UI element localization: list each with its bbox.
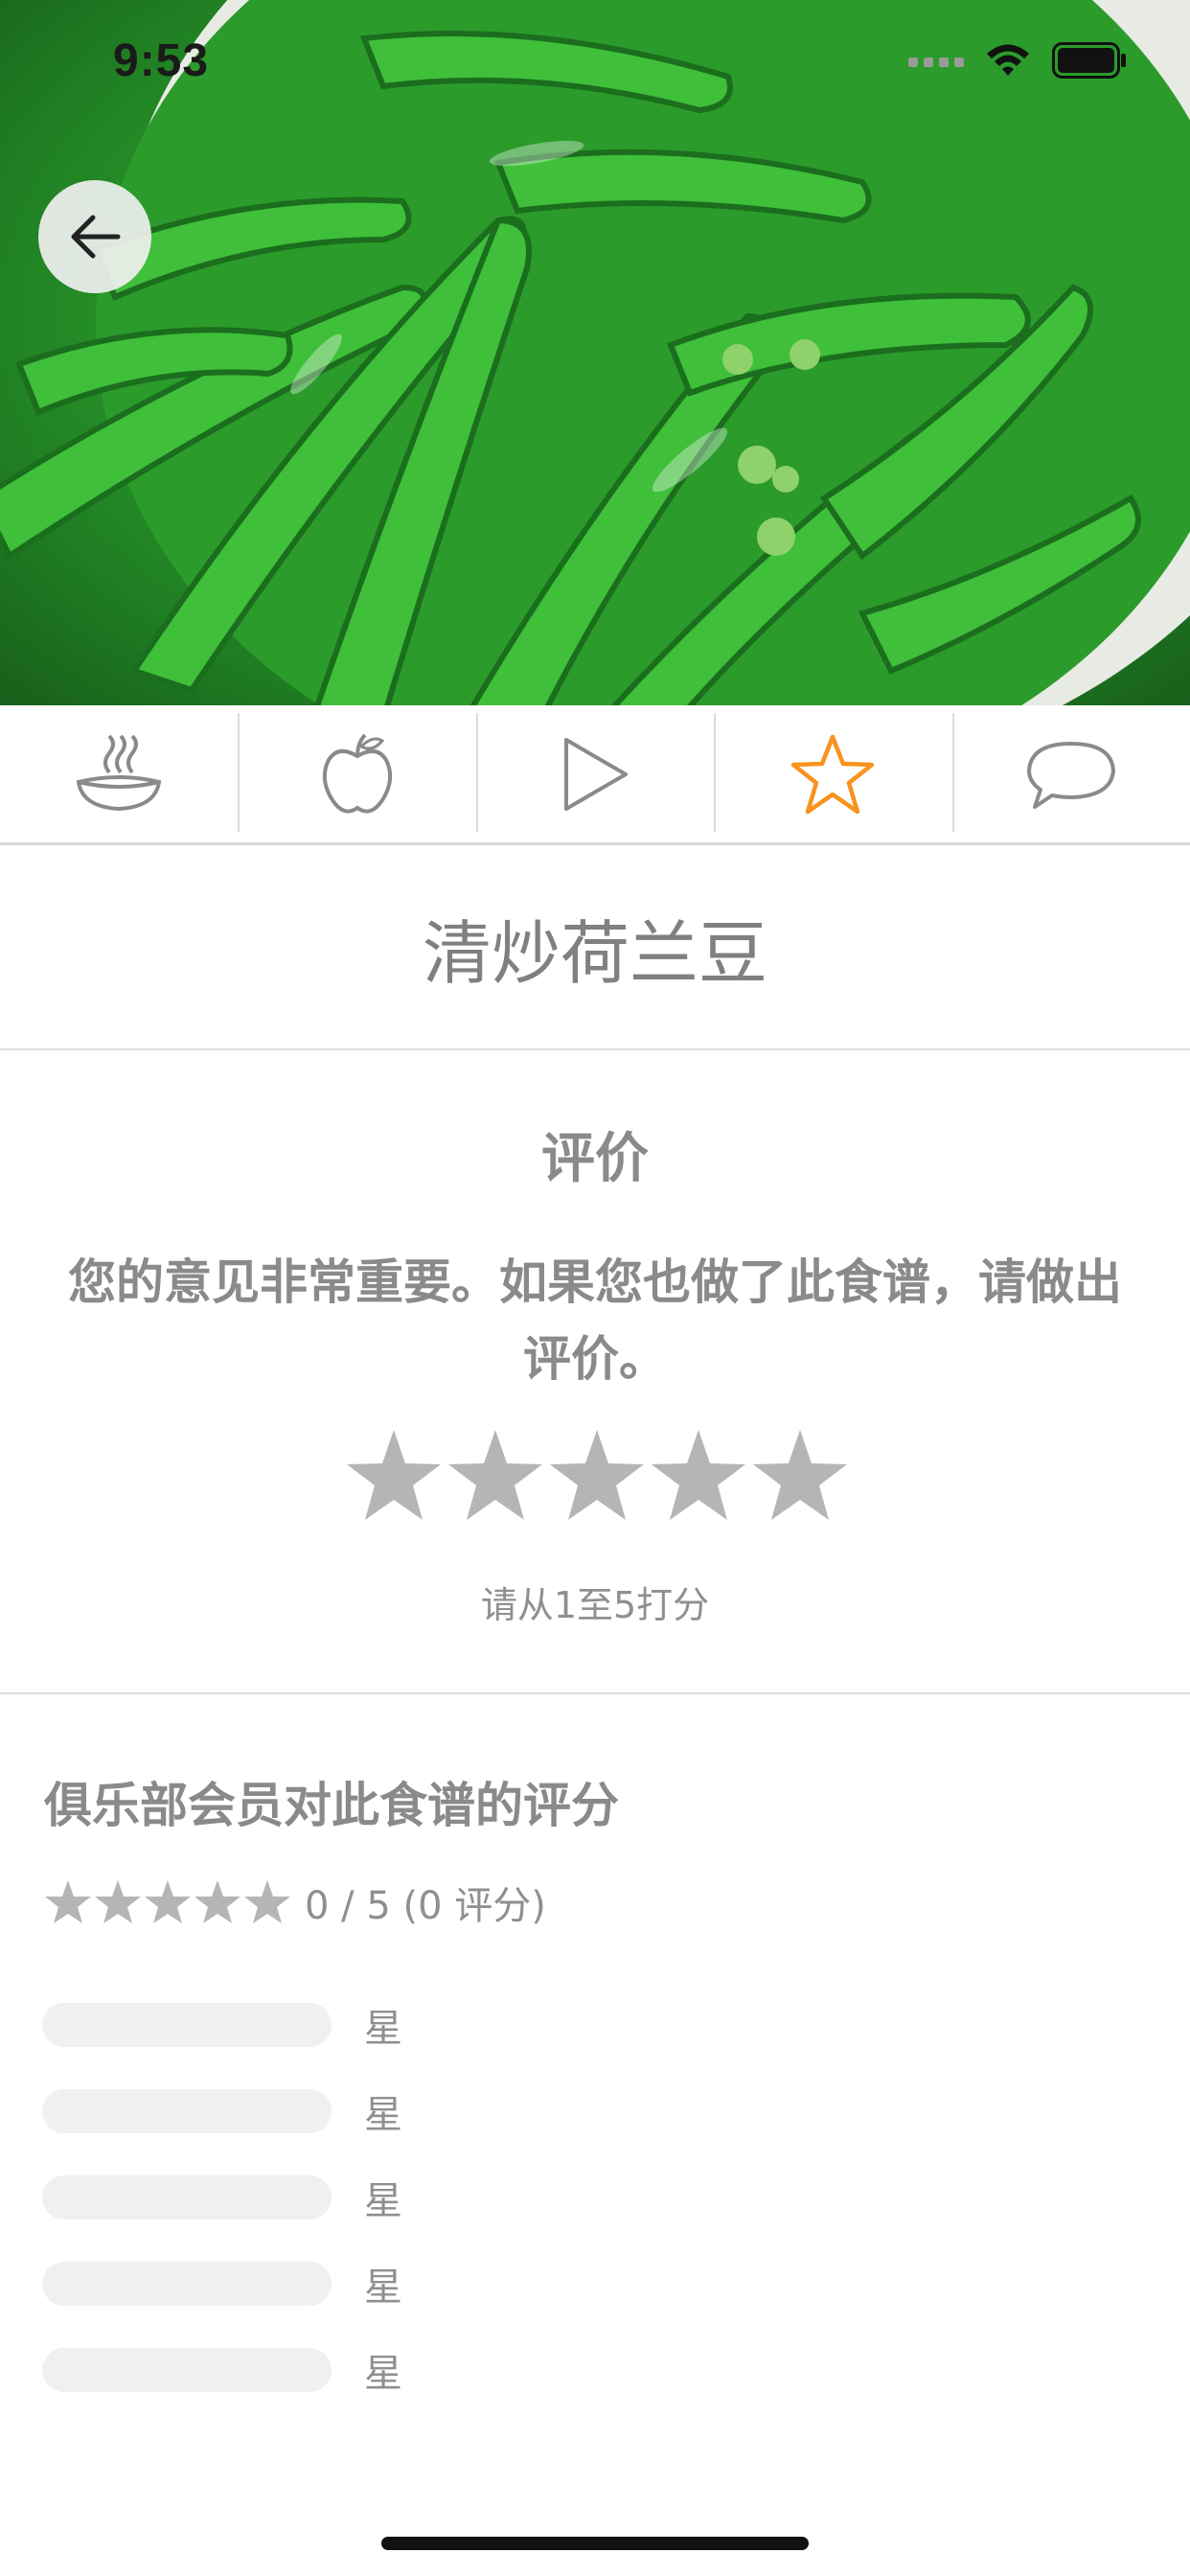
rate-star-3[interactable]	[548, 1428, 646, 1524]
wifi-icon	[987, 44, 1029, 76]
back-button[interactable]	[38, 180, 151, 293]
average-star-icon	[195, 1880, 240, 1923]
rate-star-2[interactable]	[446, 1428, 544, 1524]
rating-bar	[42, 2003, 332, 2047]
rating-bar-row: 星	[42, 2154, 402, 2241]
rating-bar-row: 星	[42, 2241, 402, 2327]
average-star-icon	[145, 1880, 191, 1923]
status-bar: 9:53	[0, 0, 1190, 126]
rating-bar	[42, 2175, 332, 2220]
rating-summary-text: 0 / 5 (0 评分)	[305, 1884, 546, 1928]
home-indicator	[381, 2537, 809, 2550]
rating-bar-row: 星	[42, 2068, 402, 2154]
tab-video[interactable]	[475, 705, 714, 842]
rating-bar-label: 星	[364, 2179, 402, 2223]
rating-bar-label: 星	[364, 2352, 402, 2396]
status-icons	[908, 42, 1127, 79]
rating-input	[345, 1428, 849, 1524]
comment-icon	[1026, 741, 1115, 809]
tab-ingredients[interactable]	[238, 705, 475, 842]
rating-bar-label: 星	[364, 2266, 402, 2310]
rating-bar-row: 星	[42, 1982, 402, 2068]
rating-bar-label: 星	[364, 2093, 402, 2137]
tab-comments[interactable]	[951, 705, 1190, 842]
rating-distribution: 星 星 星 星 星	[42, 1982, 402, 2413]
play-icon	[564, 737, 629, 811]
tab-dish[interactable]	[0, 705, 238, 842]
rating-bar-label: 星	[364, 2007, 402, 2051]
review-heading: 评价	[541, 1128, 649, 1190]
status-time: 9:53	[113, 35, 210, 86]
battery-icon	[1052, 42, 1126, 79]
dish-icon	[76, 734, 162, 811]
rating-hint: 请从1至5打分	[480, 1584, 710, 1626]
arrow-left-icon	[71, 215, 121, 259]
rate-star-1[interactable]	[345, 1428, 443, 1524]
rating-bar	[42, 2348, 332, 2392]
rating-bar-row: 星	[42, 2327, 402, 2413]
rating-summary: 0 / 5 (0 评分)	[44, 1874, 546, 1930]
review-section: 评价 您的意见非常重要。如果您也做了此食谱，请做出评价。 请从1至5打分	[0, 1050, 1190, 1694]
members-rating-section: 俱乐部会员对此食谱的评分 0 / 5 (0 评分) 星 星 星 星 星	[0, 1694, 1190, 2576]
tab-rating[interactable]	[714, 705, 951, 842]
recipe-title: 清炒荷兰豆	[0, 845, 1190, 1050]
cellular-signal-icon	[908, 58, 964, 67]
rating-bar	[42, 2262, 332, 2306]
average-star-icon	[45, 1880, 91, 1923]
members-rating-heading: 俱乐部会员对此食谱的评分	[44, 1778, 619, 1833]
average-stars	[44, 1878, 291, 1926]
rate-star-4[interactable]	[650, 1428, 747, 1524]
average-star-icon	[244, 1880, 290, 1923]
apple-icon	[322, 733, 392, 814]
star-icon	[791, 734, 875, 814]
rating-bar	[42, 2089, 332, 2133]
rate-star-5[interactable]	[751, 1428, 849, 1524]
recipe-tab-bar	[0, 705, 1190, 845]
review-description: 您的意见非常重要。如果您也做了此食谱，请做出评价。	[68, 1254, 1122, 1387]
average-star-icon	[95, 1880, 141, 1923]
